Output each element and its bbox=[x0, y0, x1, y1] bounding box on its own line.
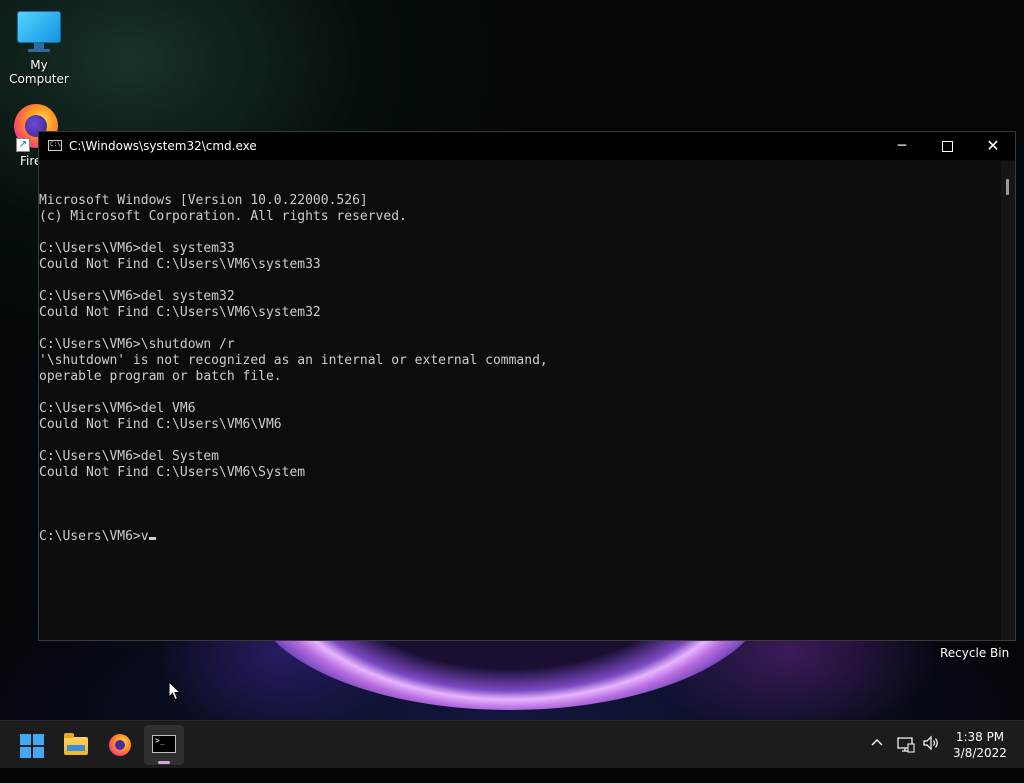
console-line: C:\Users\VM6>del system33 bbox=[39, 241, 235, 256]
cmd-window[interactable]: C:\ C:\Windows\system32\cmd.exe ─ ✕ Micr… bbox=[38, 131, 1016, 641]
cmd-app-icon: C:\ bbox=[48, 140, 62, 151]
console-line: C:\Users\VM6>del System bbox=[39, 449, 220, 464]
title-bar[interactable]: C:\ C:\Windows\system32\cmd.exe ─ ✕ bbox=[39, 132, 1015, 160]
speaker-icon bbox=[923, 735, 938, 751]
vertical-scrollbar[interactable] bbox=[1001, 161, 1015, 640]
close-button[interactable]: ✕ bbox=[970, 132, 1016, 160]
desktop-icon-label: My Computer bbox=[9, 58, 69, 86]
desktop-icon-label: Recycle Bin bbox=[940, 646, 1010, 660]
console-line: '\shutdown' is not recognized as an inte… bbox=[39, 353, 548, 368]
folder-icon bbox=[64, 733, 88, 755]
console-output[interactable]: Microsoft Windows [Version 10.0.22000.52… bbox=[39, 161, 1001, 640]
window-title: C:\Windows\system32\cmd.exe bbox=[69, 139, 257, 153]
scrollbar-thumb[interactable] bbox=[1006, 179, 1009, 195]
console-line: Could Not Find C:\Users\VM6\system33 bbox=[39, 257, 321, 272]
clock-time: 1:38 PM bbox=[955, 730, 1005, 744]
taskbar-firefox[interactable] bbox=[100, 725, 140, 765]
windows-logo-icon bbox=[20, 734, 44, 758]
firefox-icon bbox=[109, 734, 131, 756]
desktop-icon-recycle-bin[interactable]: Recycle Bin bbox=[940, 646, 1009, 660]
console-line: C:\Users\VM6>\shutdown /r bbox=[39, 337, 235, 352]
taskbar-file-explorer[interactable] bbox=[56, 725, 96, 765]
volume-button[interactable] bbox=[922, 735, 940, 783]
console-line: (c) Microsoft Corporation. All rights re… bbox=[39, 209, 407, 224]
text-cursor bbox=[148, 537, 156, 540]
maximize-icon bbox=[941, 140, 953, 152]
console-prompt: C:\Users\VM6>v bbox=[39, 529, 149, 544]
monitor-icon bbox=[17, 11, 61, 43]
show-hidden-icons-button[interactable] bbox=[870, 735, 884, 783]
console-line: operable program or batch file. bbox=[39, 369, 282, 384]
console-line: Could Not Find C:\Users\VM6\System bbox=[39, 465, 306, 480]
console-line: C:\Users\VM6>del VM6 bbox=[39, 401, 196, 416]
chevron-up-icon bbox=[871, 739, 883, 746]
start-button[interactable] bbox=[12, 725, 52, 765]
console-line: Could Not Find C:\Users\VM6\system32 bbox=[39, 305, 321, 320]
clock[interactable]: 1:38 PM 3/8/2022 bbox=[948, 729, 1012, 761]
desktop-icon-my-computer[interactable]: My Computer bbox=[0, 8, 78, 86]
console-lines: Microsoft Windows [Version 10.0.22000.52… bbox=[39, 193, 1001, 497]
console-line: C:\Users\VM6>del system32 bbox=[39, 289, 235, 304]
mouse-pointer-icon bbox=[168, 681, 182, 701]
network-icon bbox=[897, 737, 915, 753]
console-prompt-line[interactable]: C:\Users\VM6>v bbox=[39, 529, 1001, 545]
maximize-button[interactable] bbox=[924, 132, 970, 160]
network-button[interactable] bbox=[897, 737, 915, 753]
taskbar-command-prompt[interactable]: >_ bbox=[144, 725, 184, 765]
minimize-button[interactable]: ─ bbox=[879, 132, 925, 160]
console-line: Could Not Find C:\Users\VM6\VM6 bbox=[39, 417, 282, 432]
clock-date: 3/8/2022 bbox=[953, 746, 1007, 760]
console-line: Microsoft Windows [Version 10.0.22000.52… bbox=[39, 193, 368, 208]
shortcut-arrow-icon: ↗ bbox=[16, 138, 30, 152]
taskbar: >_ 1:38 PM 3/8/2022 bbox=[0, 720, 1024, 768]
active-app-indicator bbox=[158, 761, 170, 764]
command-prompt-icon: >_ bbox=[152, 735, 176, 753]
